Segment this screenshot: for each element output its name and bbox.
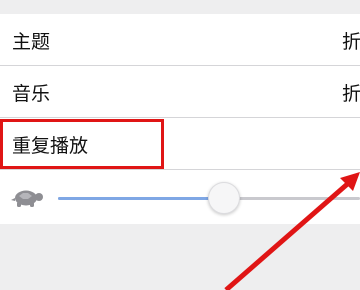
speed-slider-row	[0, 170, 360, 224]
music-row[interactable]: 音乐 折	[0, 66, 360, 118]
speed-slider-thumb[interactable]	[208, 182, 241, 214]
theme-row[interactable]: 主题 折	[0, 14, 360, 66]
turtle-icon	[11, 190, 43, 207]
music-value: 折	[342, 83, 360, 105]
music-label: 音乐	[12, 83, 51, 105]
highlight-box	[0, 119, 164, 169]
theme-value: 折	[342, 31, 360, 53]
speed-slider-fill	[58, 197, 225, 200]
theme-label: 主题	[12, 31, 51, 53]
